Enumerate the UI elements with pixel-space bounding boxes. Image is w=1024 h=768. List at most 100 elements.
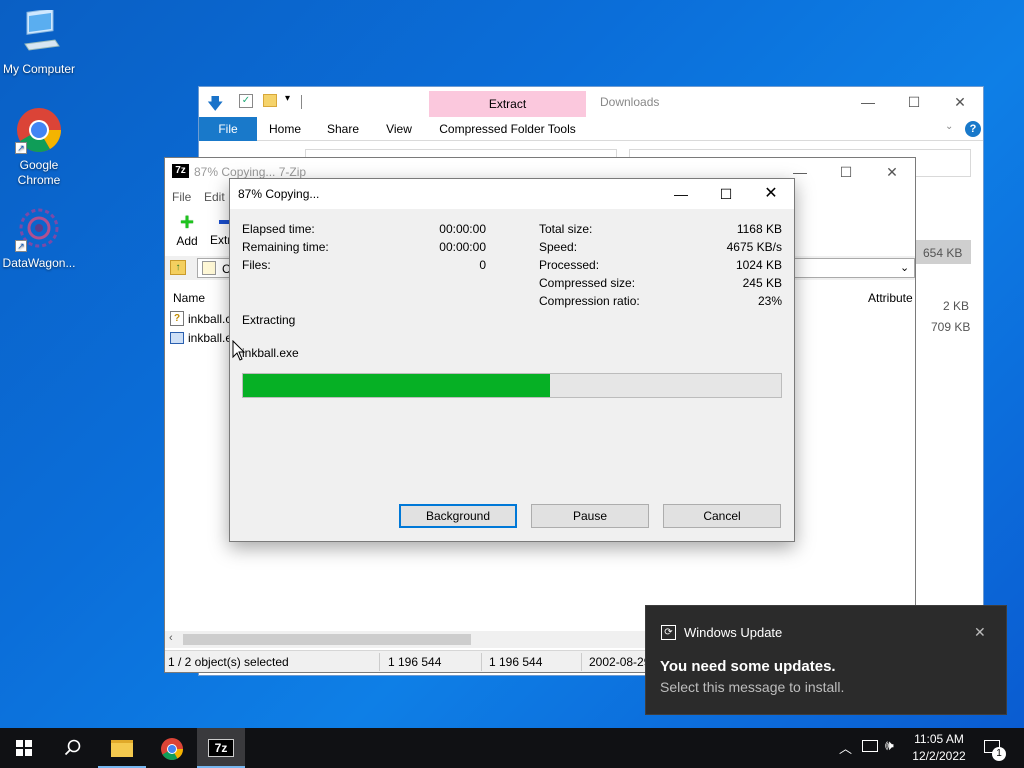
elapsed-time-label: Elapsed time: (242, 222, 315, 236)
tab-compressed-folder-tools[interactable]: Compressed Folder Tools (429, 117, 586, 141)
back-arrow-icon[interactable]: 🡇 (207, 93, 223, 120)
toast-heading: You need some updates. (660, 658, 836, 675)
column-header-name[interactable]: Name (173, 291, 205, 305)
shortcut-arrow-icon: ↗ (15, 142, 27, 154)
path-dropdown-icon[interactable]: ⌄ (900, 261, 909, 274)
dialog-minimize-button[interactable]: — (658, 179, 704, 209)
sevenzip-window-title: 87% Copying... 7-Zip (194, 165, 307, 179)
chrome-icon (161, 738, 183, 760)
folder-icon (202, 261, 216, 275)
background-button[interactable]: Background (399, 504, 517, 528)
dialog-close-button[interactable]: ✕ (748, 179, 794, 209)
help-icon[interactable]: ? (965, 121, 981, 137)
notification-count-badge: 1 (992, 747, 1006, 761)
title-separator (301, 95, 302, 109)
speed-label: Speed: (539, 240, 578, 254)
properties-icon[interactable]: ✓ (239, 94, 253, 108)
close-button[interactable]: ✕ (869, 158, 915, 186)
files-value: 0 (479, 258, 486, 272)
extract-context-tab[interactable]: Extract (429, 91, 586, 117)
menu-file[interactable]: File (172, 190, 191, 204)
compressed-size-label: Compressed size: (539, 276, 636, 290)
plus-icon: + (179, 209, 194, 236)
close-button[interactable]: ✕ (937, 87, 983, 117)
column-header-attributes[interactable]: Attribute (868, 291, 913, 305)
tab-home[interactable]: Home (261, 117, 309, 141)
taskbar-file-explorer[interactable] (98, 728, 146, 768)
desktop-icon-label: My Computer (2, 62, 76, 76)
minimize-button[interactable]: — (845, 87, 891, 117)
windows-logo-icon (16, 740, 32, 756)
action-center-button[interactable]: 1 (978, 728, 1024, 768)
clock-date: 12/2/2022 (912, 749, 966, 763)
status-divider (581, 653, 582, 671)
status-divider (481, 653, 482, 671)
compression-ratio-value: 23% (757, 294, 782, 308)
remaining-time-label: Remaining time: (242, 240, 329, 254)
ribbon-tabs: File Home Share View Compressed Folder T… (199, 117, 983, 141)
new-folder-icon[interactable] (263, 94, 277, 107)
toast-close-icon[interactable]: ✕ (974, 624, 986, 641)
volume-icon[interactable]: 🕪 (885, 737, 894, 754)
cancel-button[interactable]: Cancel (663, 504, 781, 528)
status-packed-size: 1 196 544 (489, 655, 543, 669)
tab-share[interactable]: Share (319, 117, 367, 141)
dialog-titlebar: 87% Copying... — ☐ ✕ (230, 179, 794, 209)
mouse-cursor-icon (232, 340, 246, 361)
elapsed-time-value: 00:00:00 (439, 222, 486, 236)
scroll-left-icon[interactable]: ‹ (169, 632, 173, 644)
total-size-label: Total size: (539, 222, 593, 236)
tab-file[interactable]: File (199, 117, 257, 141)
processed-value: 1024 KB (735, 258, 782, 272)
desktop-icon-my-computer[interactable]: My Computer (1, 8, 77, 77)
windows-update-toast[interactable]: ⟳ Windows Update ✕ You need some updates… (645, 605, 1007, 715)
status-divider (379, 653, 380, 671)
add-label: Add (176, 234, 198, 248)
progress-bar (242, 373, 782, 398)
datawagon-icon: ↗ (15, 204, 63, 252)
add-button[interactable]: + Add (171, 209, 203, 252)
shortcut-arrow-icon: ↗ (15, 240, 27, 252)
computer-icon (15, 8, 63, 58)
exe-file-icon (170, 332, 184, 344)
taskbar-7zip[interactable]: 7z (197, 728, 245, 768)
scrollbar-thumb[interactable] (183, 634, 471, 645)
dialog-title: 87% Copying... (238, 187, 320, 201)
sevenzip-app-icon: 7z (172, 164, 189, 178)
dialog-maximize-button[interactable]: ☐ (703, 179, 749, 209)
explorer-window-title: Downloads (600, 95, 660, 109)
toast-app-name: Windows Update (684, 625, 783, 640)
file-size: 2 KB (943, 299, 970, 313)
file-name: inkball.e (188, 331, 233, 345)
desktop-icon-google-chrome[interactable]: ↗ Google Chrome (1, 106, 77, 188)
taskbar-chrome[interactable] (148, 728, 196, 768)
operation-label: Extracting (242, 313, 296, 327)
expand-ribbon-icon[interactable]: ⌄ (945, 121, 953, 132)
taskbar: 7z ︿ 🕪 11:05 AM 12/2/2022 1 (0, 728, 1024, 768)
show-hidden-icons-icon[interactable]: ︿ (839, 738, 852, 757)
desktop-icon-label: DataWagon... (2, 256, 76, 270)
clock[interactable]: 11:05 AM 12/2/2022 (906, 731, 972, 765)
compression-ratio-label: Compression ratio: (539, 294, 640, 308)
processed-label: Processed: (539, 258, 600, 272)
quick-access-dropdown-icon[interactable]: ▾ (285, 93, 290, 104)
pause-button[interactable]: Pause (531, 504, 649, 528)
maximize-button[interactable]: ☐ (891, 87, 937, 117)
file-size: 654 KB (923, 246, 963, 260)
maximize-button[interactable]: ☐ (823, 158, 869, 186)
file-size: 709 KB (931, 320, 971, 334)
start-button[interactable] (0, 728, 48, 768)
sevenzip-app-icon: 7z (208, 739, 234, 757)
clock-time: 11:05 AM (914, 732, 964, 746)
tab-view[interactable]: View (377, 117, 421, 141)
desktop-icon-datawagon[interactable]: ↗ DataWagon... (1, 204, 77, 271)
unknown-file-icon: ? (170, 311, 184, 326)
up-folder-icon[interactable]: ↑ (170, 260, 186, 275)
chrome-icon: ↗ (15, 106, 63, 154)
compressed-size-value: 245 KB (742, 276, 782, 290)
menu-edit[interactable]: Edit (204, 190, 225, 204)
desktop-icon-label: Google Chrome (17, 158, 61, 187)
folder-icon (111, 740, 133, 757)
network-icon[interactable] (862, 740, 878, 752)
search-button[interactable] (48, 728, 96, 768)
